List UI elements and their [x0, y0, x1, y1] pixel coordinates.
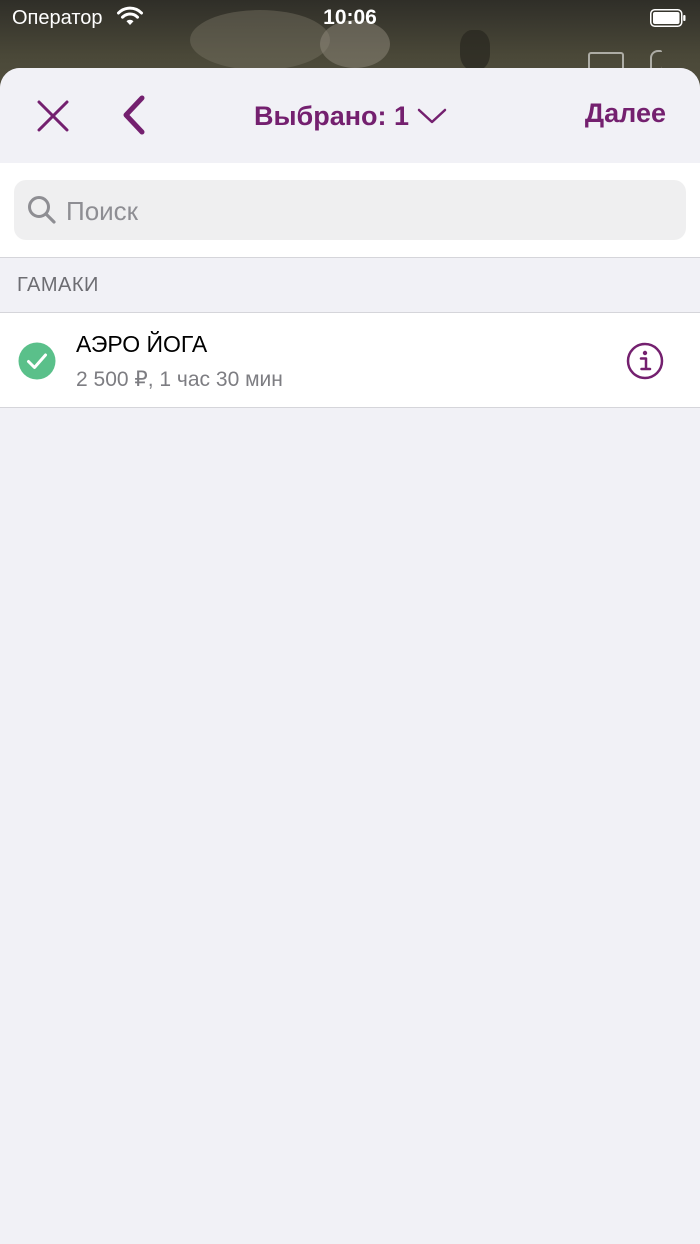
- service-list-item[interactable]: АЭРО ЙОГА 2 500 ₽, 1 час 30 мин: [0, 313, 700, 408]
- service-details: 2 500 ₽, 1 час 30 мин: [76, 368, 283, 391]
- chevron-down-icon: [417, 108, 447, 124]
- search-bar: [0, 163, 700, 257]
- service-name: АЭРО ЙОГА: [76, 331, 208, 357]
- checkmark-circle-icon[interactable]: [18, 342, 56, 380]
- selected-count-dropdown[interactable]: Выбрано: 1: [254, 96, 447, 136]
- search-input[interactable]: [64, 180, 668, 242]
- close-button[interactable]: [30, 93, 76, 139]
- chevron-left-icon: [123, 95, 145, 135]
- search-field[interactable]: [14, 180, 686, 242]
- navigation-bar: Выбрано: 1 Далее: [0, 68, 700, 163]
- search-icon: [28, 196, 56, 224]
- next-button[interactable]: Далее: [585, 98, 666, 129]
- section-header: ГАМАКИ: [0, 257, 700, 313]
- battery-icon: [650, 9, 686, 27]
- back-button[interactable]: [114, 92, 154, 140]
- section-title: ГАМАКИ: [17, 274, 99, 296]
- selected-count-label: Выбрано: 1: [254, 100, 410, 131]
- service-selection-sheet: Выбрано: 1 Далее ГАМАКИ АЭРО ЙОГА 2 500 …: [0, 68, 700, 1244]
- clock: 10:06: [323, 6, 377, 29]
- status-bar: Оператор 10:06: [0, 0, 700, 38]
- info-icon[interactable]: [626, 342, 664, 380]
- close-icon: [37, 100, 69, 132]
